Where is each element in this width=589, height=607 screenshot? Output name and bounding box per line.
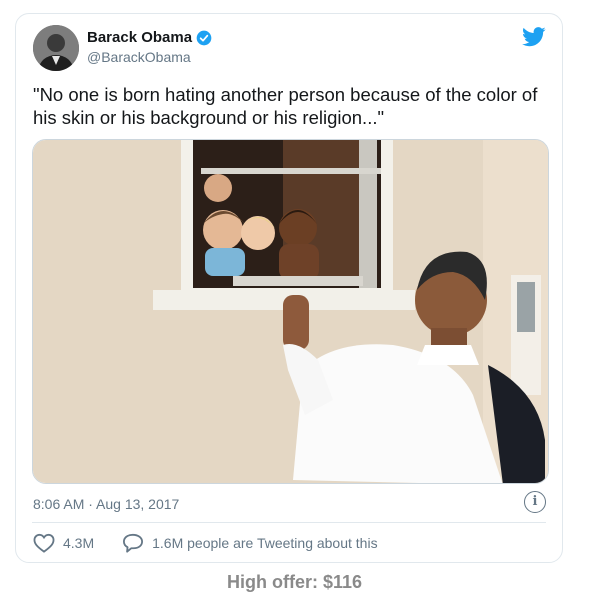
info-icon[interactable]: i [524,491,546,513]
avatar[interactable] [33,25,79,71]
author-name[interactable]: Barack Obama [87,29,212,46]
like-button[interactable]: 4.3M [33,533,94,553]
high-offer-label: High offer: $116 [226,572,363,592]
tweet-text: "No one is born hating another person be… [33,84,538,128]
author-handle[interactable]: @BarackObama [87,49,191,65]
verified-badge-icon [196,30,212,45]
conversation-button[interactable]: 1.6M people are Tweeting about this [122,533,378,553]
conversation-text: 1.6M people are Tweeting about this [152,535,378,551]
like-count: 4.3M [63,535,95,551]
author-name-text[interactable]: Barack Obama [87,29,192,46]
tweet-photo[interactable] [32,139,549,484]
twitter-bird-icon[interactable] [522,27,546,47]
tweet-actions: 4.3M 1.6M people are Tweeting about this [33,533,378,553]
tweet-card[interactable]: Barack Obama @BarackObama "No one is bor… [15,13,563,563]
divider [32,522,546,523]
heart-icon [33,533,55,553]
speech-bubble-icon [123,533,144,553]
tweet-timestamp[interactable]: 8:06 AM · Aug 13, 2017 [33,496,179,512]
